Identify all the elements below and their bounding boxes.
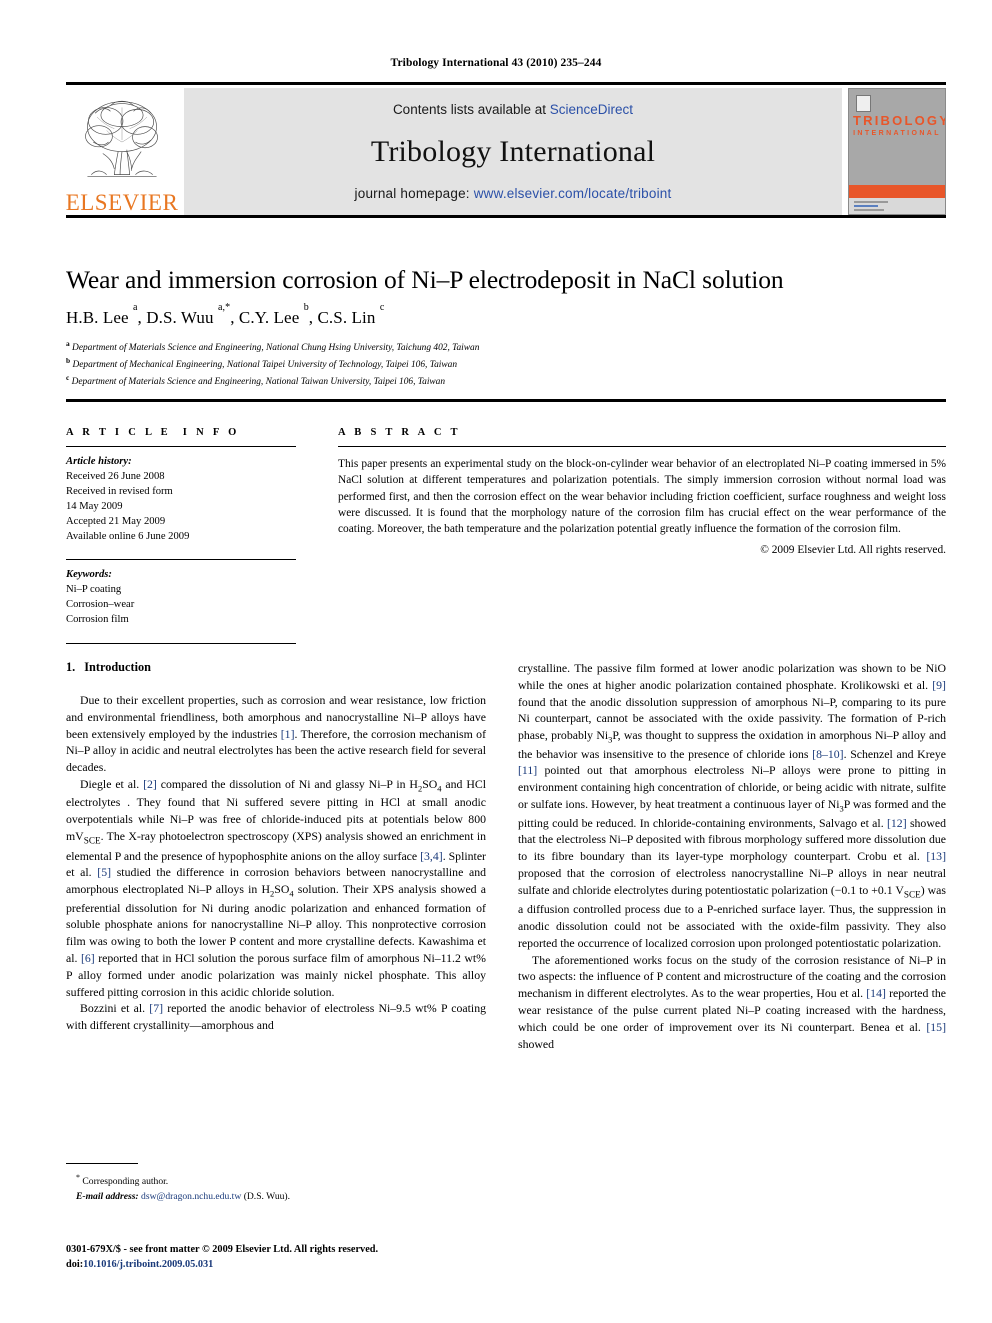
citation-ref[interactable]: [5] <box>97 865 111 879</box>
footnote-email-line: E-mail address: dsw@dragon.nchu.edu.tw (… <box>76 1190 486 1204</box>
paragraph: crystalline. The passive film formed at … <box>518 661 946 950</box>
paragraph: Due to their excellent properties, such … <box>66 693 487 775</box>
paragraph: Diegle et al. [2] compared the dissoluti… <box>66 776 487 999</box>
cover-footer-lines <box>854 201 894 213</box>
keywords-block: Keywords: Ni–P coating Corrosion–wear Corr… <box>66 560 296 635</box>
cover-accent-band <box>849 185 945 198</box>
doi-label: doi: <box>66 1259 84 1271</box>
affiliation-list: a Department of Materials Science and En… <box>66 339 946 390</box>
citation-ref[interactable]: [12] <box>887 816 907 830</box>
body-column-right: crystalline. The passive film formed at … <box>518 660 946 1052</box>
citation-ref[interactable]: [1] <box>281 727 295 741</box>
homepage-label: journal homepage: <box>354 186 474 201</box>
article-history-line: 14 May 2009 <box>66 501 123 513</box>
article-info-heading: A R T I C L E I N F O <box>66 427 240 438</box>
masthead-bottom-rule <box>66 215 946 218</box>
abstract-copyright: © 2009 Elsevier Ltd. All rights reserved… <box>760 543 946 556</box>
journal-homepage-line: journal homepage: www.elsevier.com/locat… <box>355 186 672 201</box>
doi-line: doi:10.1016/j.triboint.2009.05.031 <box>66 1257 506 1272</box>
article-history-lines: Received 26 June 2008 Received in revised… <box>66 469 296 544</box>
paragraph: Bozzini et al. [7] reported the anodic b… <box>66 1001 486 1033</box>
affiliation: c Department of Materials Science and En… <box>66 373 446 388</box>
citation-ref[interactable]: [14] <box>866 986 886 1000</box>
masthead-row: ELSEVIER Contents lists available at Sci… <box>66 88 946 215</box>
article-history-line: Received 26 June 2008 <box>66 471 165 483</box>
sciencedirect-panel: Contents lists available at ScienceDirec… <box>184 88 842 215</box>
paragraph: The aforementioned works focus on the st… <box>518 952 946 1051</box>
homepage-link[interactable]: www.elsevier.com/locate/triboint <box>474 186 672 201</box>
section-heading-introduction: 1. Introduction <box>66 660 486 675</box>
title-block: Wear and immersion corrosion of Ni–P ele… <box>66 265 946 390</box>
citation-ref[interactable]: [11] <box>518 763 537 777</box>
body-column-left: 1. Introduction Due to their excellent pr… <box>66 660 486 1034</box>
page-title: Wear and immersion corrosion of Ni–P ele… <box>66 265 784 294</box>
email-owner: (D.S. Wuu). <box>243 1190 291 1202</box>
contents-prefix: Contents lists available at <box>392 102 550 117</box>
corresponding-author-footnote: * Corresponding author. E-mail address: … <box>66 1163 486 1204</box>
running-head: Tribology International 43 (2010) 235–24… <box>390 57 602 69</box>
journal-masthead: ELSEVIER Contents lists available at Sci… <box>66 82 946 218</box>
citation-ref[interactable]: [6] <box>81 951 95 965</box>
article-history-block: Article history: Received 26 June 2008 Re… <box>66 447 296 551</box>
section-number: 1. <box>66 660 76 674</box>
keyword: Corrosion–wear <box>66 599 135 611</box>
article-info-column: A R T I C L E I N F O Article history: R… <box>66 427 296 645</box>
cover-subtitle: INTERNATIONAL <box>853 130 941 137</box>
abstract-heading: A B S T R A C T <box>338 427 461 438</box>
journal-title: Tribology International <box>370 134 656 168</box>
citation-ref[interactable]: [9] <box>932 678 946 692</box>
citation-ref[interactable]: [8–10] <box>812 747 843 761</box>
footnote-corresponding-label: Corresponding author. <box>82 1176 169 1188</box>
abstract-text: This paper presents an experimental stud… <box>338 458 946 536</box>
author-list: H.B. Lee a, D.S. Wuu a,*, C.Y. Lee b, C.… <box>66 302 385 328</box>
citation-ref[interactable]: [2] <box>143 777 157 791</box>
paper-page: Tribology International 43 (2010) 235–24… <box>0 0 992 1323</box>
keywords-lines: Ni–P coating Corrosion–wear Corrosion film <box>66 582 296 627</box>
article-history-label: Article history: <box>66 456 132 467</box>
footnote-divider <box>66 1163 138 1165</box>
email-address-label: E-mail address: <box>76 1190 139 1202</box>
keywords-label: Keywords: <box>66 569 112 581</box>
cover-elsevier-icon <box>856 95 871 112</box>
footnote-corresponding-line: * Corresponding author. <box>76 1172 486 1190</box>
footnote-marker: * <box>76 1173 80 1183</box>
contents-line: Contents lists available at ScienceDirec… <box>393 102 633 117</box>
article-history-line: Received in revised form <box>66 486 173 498</box>
footnote-text: * Corresponding author. E-mail address: … <box>66 1172 486 1204</box>
email-link[interactable]: dsw@dragon.nchu.edu.tw <box>141 1191 241 1202</box>
elsevier-wordmark: ELSEVIER <box>65 190 179 215</box>
doi-link[interactable]: 10.1016/j.triboint.2009.05.031 <box>83 1259 213 1270</box>
issn-line: 0301-679X/$ - see front matter © 2009 El… <box>66 1244 379 1255</box>
citation-ref[interactable]: [3,4] <box>420 849 443 863</box>
citation-ref[interactable]: [15] <box>926 1020 946 1034</box>
affiliation: a Department of Materials Science and En… <box>66 339 480 354</box>
article-history-line: Accepted 21 May 2009 <box>66 516 166 528</box>
keyword: Ni–P coating <box>66 584 122 596</box>
citation-ref[interactable]: [13] <box>926 849 946 863</box>
cover-title: TRIBOLOGY <box>853 113 946 128</box>
article-info-rule-3 <box>66 643 296 645</box>
abstract-column: A B S T R A C T This paper presents an e… <box>338 427 946 556</box>
abstract-band-rule <box>66 399 946 402</box>
affiliation: b Department of Mechanical Engineering, … <box>66 356 458 371</box>
elsevier-logo: ELSEVIER <box>66 88 178 215</box>
elsevier-tree-icon <box>85 100 158 177</box>
masthead-top-rule <box>66 82 946 85</box>
keyword: Corrosion film <box>66 614 129 626</box>
article-history-line: Available online 6 June 2009 <box>66 531 190 543</box>
page-footer: 0301-679X/$ - see front matter © 2009 El… <box>66 1242 506 1273</box>
section-title: Introduction <box>84 660 151 674</box>
journal-cover-thumbnail: TRIBOLOGY INTERNATIONAL <box>848 88 946 215</box>
cover-footer-strip <box>849 198 945 214</box>
sciencedirect-link[interactable]: ScienceDirect <box>550 102 633 117</box>
citation-ref[interactable]: [7] <box>149 1001 163 1015</box>
